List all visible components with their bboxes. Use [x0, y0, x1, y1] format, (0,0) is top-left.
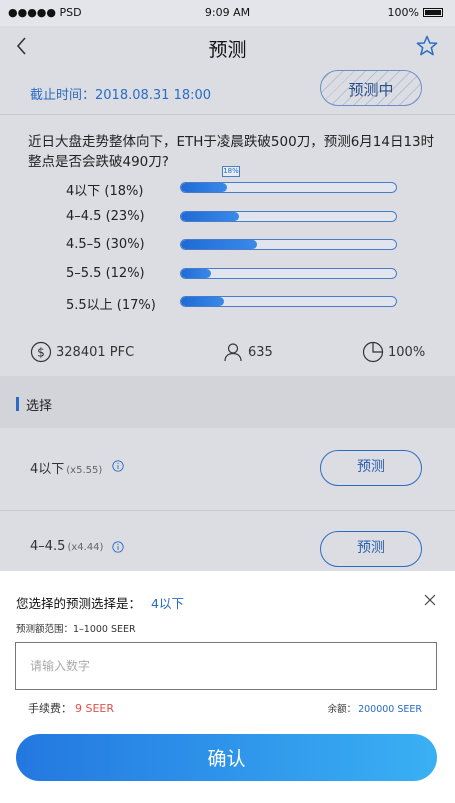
option-label: 5.5以上 (17%)	[66, 298, 156, 313]
fee-label: 手续费：	[28, 702, 72, 715]
option-progress-fill	[181, 240, 257, 249]
option-progress-fill	[181, 211, 240, 221]
predict-button[interactable]: 预测	[320, 450, 422, 486]
choice-odds: (x5.55)	[66, 465, 103, 476]
participants-stat: 635	[222, 341, 273, 363]
option-label: 4.5–5 (30%)	[66, 237, 145, 252]
confirm-button[interactable]: 确认	[16, 734, 437, 781]
battery-label: 100%	[387, 6, 419, 19]
choice-name: 4以下 (x5.55)	[30, 458, 102, 477]
option-progress-track	[180, 239, 397, 250]
option-progress-track	[180, 296, 397, 307]
choice-odds: (x4.44)	[67, 542, 104, 553]
divider	[0, 114, 455, 115]
option-row: 5–5.5 (12%)	[0, 264, 455, 284]
option-progress-fill	[181, 183, 227, 192]
option-progress-track	[180, 210, 397, 222]
option-row: 5.5以上 (17%)	[0, 292, 455, 313]
option-progress-track	[180, 267, 397, 279]
selection-label: 您选择的预测选择是：	[16, 596, 142, 611]
section-accent-bar	[16, 397, 19, 411]
status-badge: 预测中	[320, 70, 422, 106]
user-icon	[224, 343, 242, 362]
option-row: 4–4.5 (23%)	[0, 207, 455, 227]
pie-chart-icon	[362, 341, 384, 363]
prediction-input-sheet: 您选择的预测选择是： 4以下 预测额范围：1–1000 SEER 手续费：9 SE…	[0, 571, 455, 803]
balance-info: 余额： 200000 SEER	[328, 701, 422, 715]
choice-label: 4–4.5	[30, 539, 66, 554]
balance-value: 200000 SEER	[358, 704, 422, 715]
participants-count: 635	[248, 344, 273, 360]
option-label: 5–5.5 (12%)	[66, 265, 145, 281]
fee-info: 手续费： 9 SEER	[28, 700, 114, 716]
option-label: 4以下 (18%)	[66, 184, 144, 199]
info-icon[interactable]	[112, 541, 124, 553]
close-icon[interactable]	[423, 593, 437, 607]
deadline-text: 截止时间：2018.08.31 18:00	[30, 88, 212, 103]
section-header: 选择	[0, 376, 455, 428]
option-row: 4以下 (18%)	[0, 178, 455, 199]
coin-icon: $	[30, 341, 52, 363]
star-outline-icon[interactable]	[415, 34, 439, 58]
deadline-row: 截止时间：2018.08.31 18:00 预测中	[0, 66, 455, 114]
battery-icon	[423, 8, 443, 17]
info-icon[interactable]	[112, 460, 124, 472]
option-progress-fill	[181, 297, 224, 306]
page-title: 预测	[208, 39, 247, 61]
balance-label: 余额：	[327, 704, 357, 715]
amount-input[interactable]	[15, 642, 437, 690]
selection-summary: 您选择的预测选择是： 4以下	[16, 593, 184, 612]
progress-percent: 100%	[388, 344, 426, 360]
progress-stat: 100%	[362, 341, 425, 363]
choice-label: 4以下	[30, 462, 65, 477]
choice-row: 4以下 (x5.55) 预测	[0, 428, 455, 510]
choice-name: 4–4.5 (x4.44)	[30, 539, 103, 554]
option-progress-track	[180, 182, 397, 193]
option-row: 4.5–5 (30%)	[0, 235, 455, 255]
selection-value: 4以下	[151, 596, 184, 611]
section-title: 选择	[26, 399, 53, 414]
status-badge-label: 预测中	[348, 81, 394, 99]
option-label: 4–4.5 (23%)	[66, 208, 145, 224]
pool-stat: $ 328401 PFC	[30, 341, 134, 363]
percent-tooltip: 18%	[222, 166, 240, 177]
prediction-detail-page: 预测 截止时间：2018.08.31 18:00 预测中 近日大盘走势整体向下，…	[0, 26, 455, 571]
status-bar: ●●●●● PSD 9:09 AM 100%	[0, 0, 455, 26]
choice-row: 4–4.5 (x4.44) 预测	[0, 509, 455, 571]
amount-range: 预测额范围：1–1000 SEER	[16, 624, 136, 635]
nav-bar: 预测	[0, 26, 455, 66]
svg-text:$: $	[37, 346, 45, 360]
stats-row: $ 328401 PFC 635 100%	[0, 341, 455, 367]
pool-amount: 328401 PFC	[56, 344, 135, 360]
fee-value: 9 SEER	[75, 702, 115, 715]
battery-indicator: 100%	[388, 6, 443, 19]
predict-button[interactable]: 预测	[320, 531, 422, 567]
option-progress-fill	[181, 268, 212, 278]
